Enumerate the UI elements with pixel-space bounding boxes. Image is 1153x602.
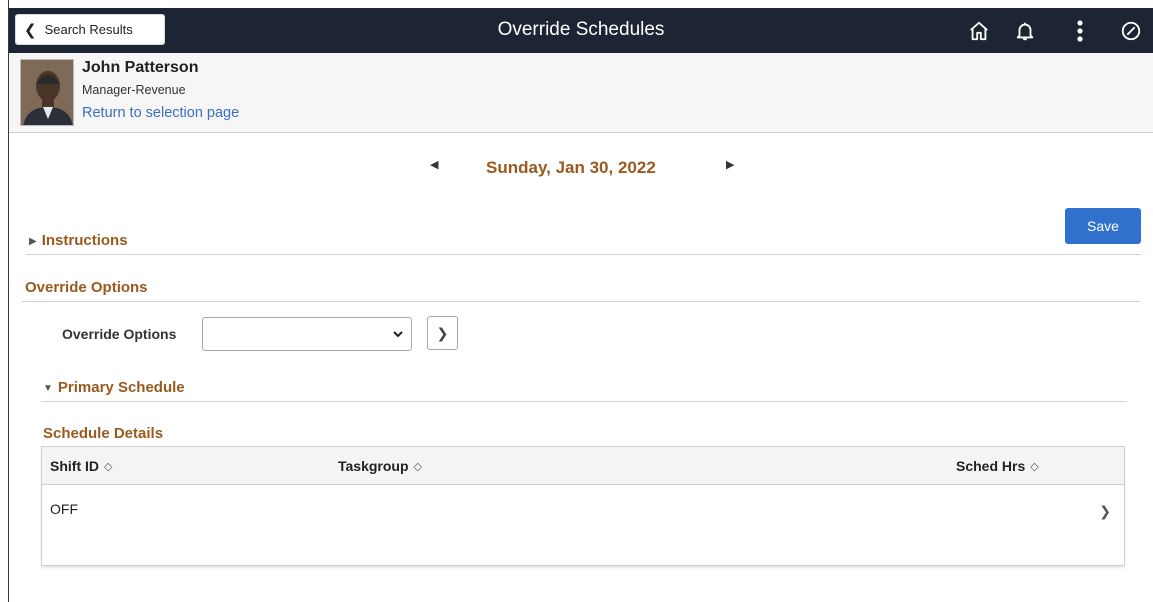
override-options-heading: Override Options	[25, 279, 148, 296]
schedule-details-grid: Shift ID ◇ Taskgroup ◇ Sched Hrs ◇ OFF ❯	[41, 446, 1125, 566]
caret-right-icon: ▶	[29, 236, 37, 247]
instructions-toggle[interactable]: ▶ Instructions	[29, 232, 128, 249]
employee-name: John Patterson	[82, 59, 199, 76]
caret-down-icon: ▼	[43, 383, 53, 394]
grid-header-row: Shift ID ◇ Taskgroup ◇ Sched Hrs ◇	[42, 447, 1124, 485]
schedule-details-heading: Schedule Details	[43, 425, 164, 442]
navbar-icon[interactable]	[1117, 17, 1145, 45]
bell-icon[interactable]	[1011, 17, 1039, 45]
chevron-down-icon	[393, 331, 403, 338]
sort-icon: ◇	[104, 461, 113, 473]
chevron-right-icon[interactable]: ❯	[1099, 503, 1111, 520]
top-banner: ❮ Search Results Override Schedules	[9, 8, 1153, 53]
column-header-label: Shift ID	[50, 458, 99, 474]
next-date-arrow-icon[interactable]: ▶	[726, 158, 734, 171]
primary-schedule-toggle[interactable]: ▼ Primary Schedule	[43, 379, 185, 396]
back-button-label: Search Results	[44, 22, 133, 37]
divider	[41, 401, 1127, 402]
instructions-label: Instructions	[41, 232, 128, 249]
current-date: Sunday, Jan 30, 2022	[486, 158, 656, 177]
override-options-select[interactable]	[202, 317, 412, 351]
sort-icon: ◇	[1030, 461, 1039, 473]
sort-icon: ◇	[413, 461, 422, 473]
employee-job-title: Manager-Revenue	[82, 83, 186, 97]
table-row[interactable]: OFF ❯	[42, 484, 1124, 565]
divider	[22, 301, 1141, 302]
apply-override-button[interactable]: ❯	[427, 316, 458, 350]
avatar	[20, 59, 74, 126]
column-header-label: Taskgroup	[338, 458, 409, 474]
previous-date-arrow-icon[interactable]: ◀	[430, 158, 438, 171]
column-header-taskgroup[interactable]: Taskgroup ◇	[338, 458, 422, 474]
divider	[26, 254, 1141, 255]
column-header-sched-hrs[interactable]: Sched Hrs ◇	[956, 458, 1039, 474]
cell-shift-id: OFF	[50, 501, 78, 517]
column-header-label: Sched Hrs	[956, 458, 1026, 474]
back-search-results-button[interactable]: ❮ Search Results	[15, 14, 165, 45]
primary-schedule-label: Primary Schedule	[57, 379, 185, 396]
override-options-field-label: Override Options	[62, 326, 177, 342]
chevron-left-icon: ❮	[24, 21, 37, 39]
return-to-selection-link[interactable]: Return to selection page	[82, 105, 239, 121]
column-header-shift-id[interactable]: Shift ID ◇	[50, 458, 112, 474]
more-vertical-icon[interactable]	[1066, 17, 1094, 45]
employee-banner: John Patterson Manager-Revenue Return to…	[9, 53, 1153, 133]
home-icon[interactable]	[965, 17, 993, 45]
save-button[interactable]: Save	[1065, 208, 1141, 244]
chevron-right-icon: ❯	[436, 324, 449, 341]
